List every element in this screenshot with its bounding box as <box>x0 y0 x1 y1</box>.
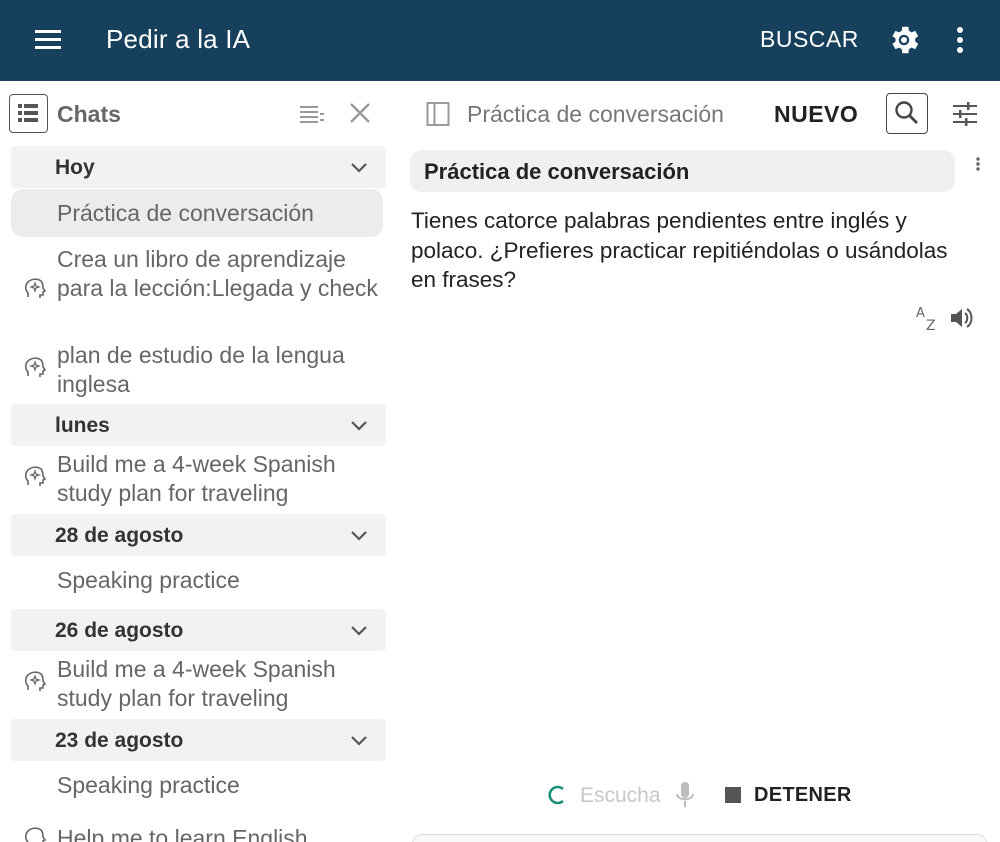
menu-icon[interactable] <box>30 22 66 58</box>
search-icon[interactable] <box>886 93 928 134</box>
app-bar: Pedir a la IA BUSCAR <box>0 0 1000 81</box>
lightbulb-head-icon <box>24 465 47 489</box>
chat-item-label: Crea un libro de aprendizaje para la lec… <box>57 246 378 301</box>
chevron-down-icon[interactable] <box>349 158 369 178</box>
chat-item[interactable]: Build me a 4-week Spanish study plan for… <box>11 450 383 510</box>
chat-item-label: Build me a 4-week Spanish study plan for… <box>57 656 336 711</box>
chat-item[interactable]: plan de estudio de la lengua inglesa <box>11 341 383 401</box>
chat-item[interactable]: Speaking practice <box>11 566 383 598</box>
side-panel-icon[interactable] <box>426 101 450 127</box>
message-header: Práctica de conversación <box>410 150 955 192</box>
loading-spinner-icon <box>546 784 568 806</box>
message-more-icon[interactable] <box>973 155 983 175</box>
group-label: 26 de agosto <box>55 619 184 642</box>
listen-status: Escucha <box>580 784 661 807</box>
chat-item[interactable]: Help me to learn English <box>11 824 383 842</box>
chat-item[interactable]: Build me a 4-week Spanish study plan for… <box>11 655 383 715</box>
filter-list-icon[interactable] <box>298 101 326 127</box>
chat-item-label: Speaking practice <box>57 567 240 593</box>
group-label: 23 de agosto <box>55 729 184 752</box>
chevron-down-icon[interactable] <box>349 526 369 546</box>
chevron-down-icon[interactable] <box>349 731 369 751</box>
message-input[interactable] <box>412 834 987 842</box>
mic-icon[interactable] <box>673 780 697 810</box>
chat-item-label: Speaking practice <box>57 772 240 798</box>
group-header-lunes[interactable]: lunes <box>11 404 386 446</box>
group-header-26-agosto[interactable]: 26 de agosto <box>11 609 386 651</box>
app-title: Pedir a la IA <box>106 24 251 54</box>
chat-item-label: Práctica de conversación <box>57 200 314 226</box>
chevron-down-icon[interactable] <box>349 416 369 436</box>
tune-icon[interactable] <box>952 101 978 127</box>
more-vert-icon[interactable] <box>944 22 976 58</box>
lightbulb-head-icon <box>24 356 47 380</box>
search-button[interactable]: BUSCAR <box>760 26 859 53</box>
svg-text:A: A <box>916 306 925 321</box>
group-label: 28 de agosto <box>55 524 184 547</box>
chat-item[interactable]: Crea un libro de aprendizaje para la lec… <box>11 245 383 335</box>
chat-item-label: Help me to learn English <box>57 825 308 842</box>
chats-list-icon[interactable] <box>9 94 48 133</box>
group-header-28-agosto[interactable]: 28 de agosto <box>11 514 386 556</box>
lightbulb-head-icon <box>24 826 47 842</box>
message-body: Tienes catorce palabras pendientes entre… <box>411 208 948 292</box>
lightbulb-head-icon <box>24 670 47 694</box>
chat-item-label: plan de estudio de la lengua inglesa <box>57 342 345 397</box>
chats-title: Chats <box>57 101 121 127</box>
chat-title[interactable]: Práctica de conversación <box>467 101 737 128</box>
close-icon[interactable] <box>348 101 372 125</box>
svg-text:Z: Z <box>926 318 936 332</box>
stop-button[interactable]: DETENER <box>754 784 852 807</box>
speaker-icon[interactable] <box>948 304 976 332</box>
group-header-23-agosto[interactable]: 23 de agosto <box>11 719 386 761</box>
chat-item[interactable]: Speaking practice <box>11 771 383 803</box>
gear-icon[interactable] <box>886 22 922 58</box>
message-title: Práctica de conversación <box>424 159 690 184</box>
chevron-down-icon[interactable] <box>349 621 369 641</box>
chat-item-selected[interactable]: Práctica de conversación <box>11 189 383 237</box>
group-label: lunes <box>55 414 110 437</box>
translate-icon[interactable]: AZ <box>915 304 943 334</box>
group-header-hoy[interactable]: Hoy <box>11 146 386 188</box>
new-chat-button[interactable]: NUEVO <box>774 101 858 128</box>
group-label: Hoy <box>55 156 95 179</box>
chat-item-label: Build me a 4-week Spanish study plan for… <box>57 451 336 506</box>
stop-icon[interactable] <box>725 787 741 803</box>
lightbulb-head-icon <box>24 277 47 301</box>
